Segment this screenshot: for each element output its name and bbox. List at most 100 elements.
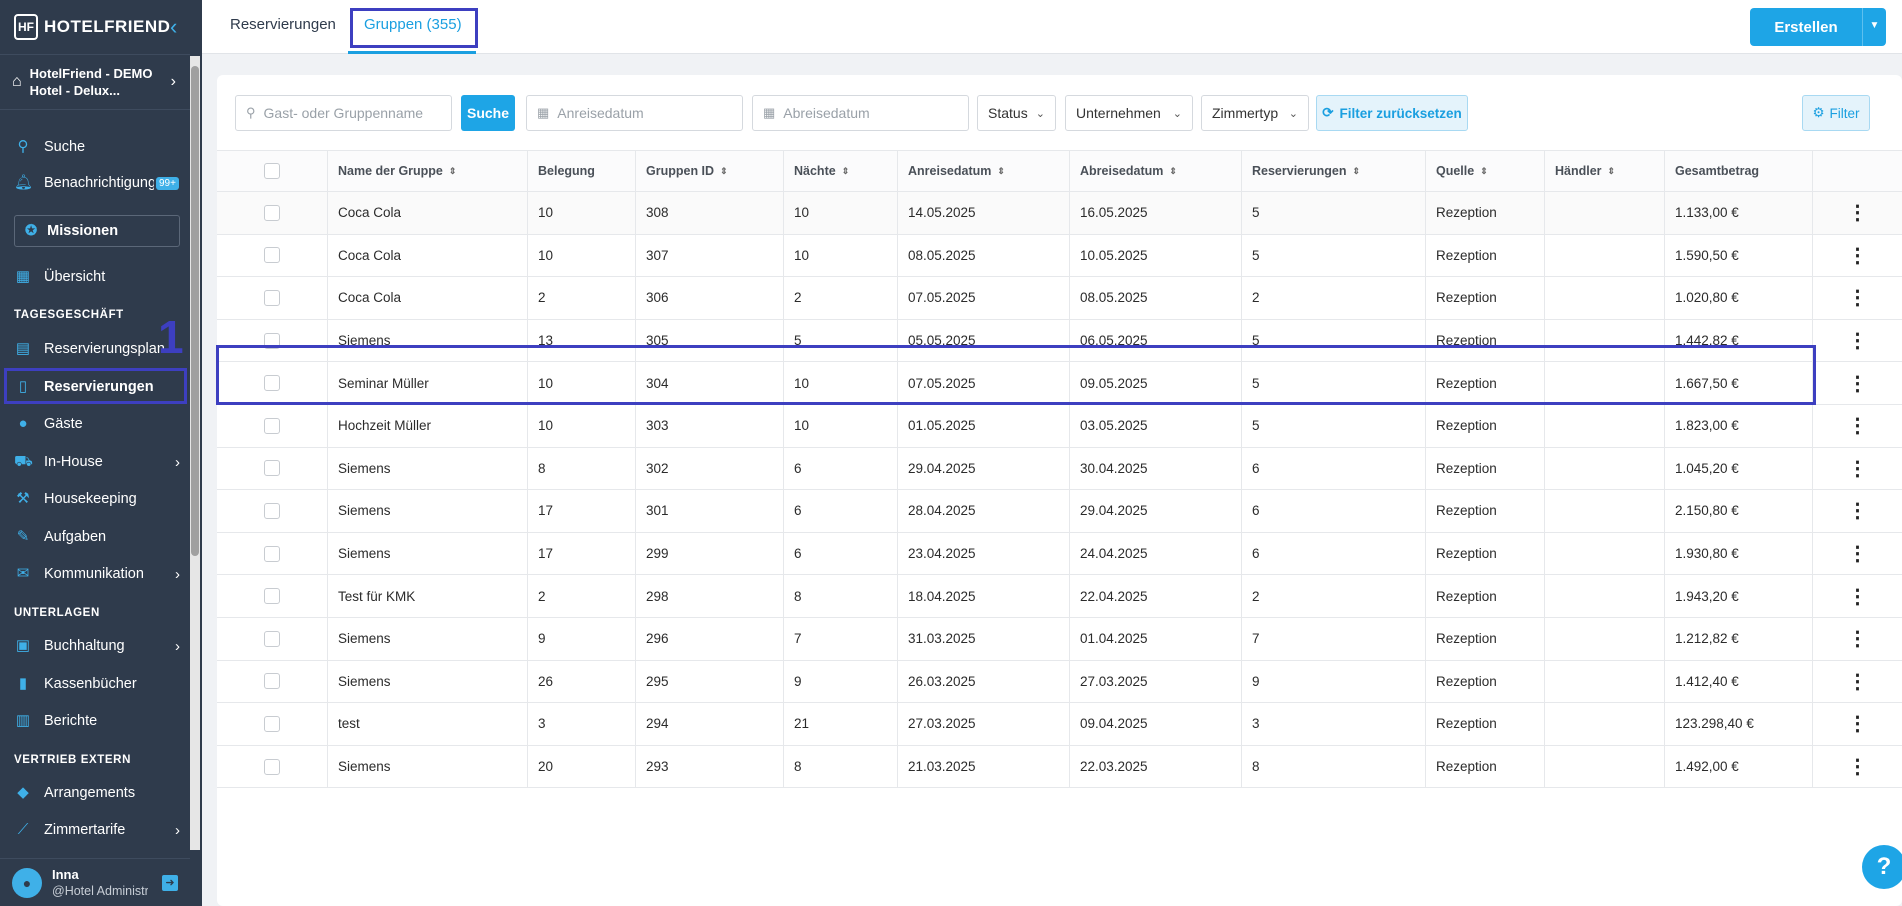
more-actions-icon[interactable]: ⋮ (1812, 745, 1902, 788)
sidebar-item-in-house[interactable]: ⛟ In-House › (0, 447, 190, 477)
sort-icon[interactable]: ⇕ (1480, 166, 1488, 177)
more-actions-icon[interactable]: ⋮ (1812, 405, 1902, 447)
user-profile[interactable]: ● Inna @Hotel Administrator ➜ (0, 858, 190, 906)
reset-filters-button[interactable]: ⟳ Filter zurücksetzen (1316, 95, 1468, 131)
more-actions-icon[interactable]: ⋮ (1812, 532, 1902, 575)
chevron-down-icon[interactable]: ▼ (1862, 8, 1886, 46)
column-header[interactable]: Name der Gruppe ⇕ (327, 151, 527, 191)
column-header[interactable]: Anreisedatum ⇕ (897, 151, 1069, 191)
select-all-checkbox[interactable] (264, 163, 280, 179)
table-row[interactable]: Siemens 17 301 6 28.04.2025 29.04.2025 6 Rezept… (217, 490, 1902, 533)
column-header[interactable]: Händler ⇕ (1544, 151, 1664, 191)
more-actions-icon[interactable]: ⋮ (1812, 277, 1902, 319)
collapse-sidebar-icon[interactable]: ‹ (170, 14, 177, 40)
logout-icon[interactable]: ➜ (162, 875, 178, 891)
sidebar-item-notifications[interactable]: 🔔︎ Benachrichtigungen99+ (0, 168, 190, 198)
table-row[interactable]: Siemens 20 293 8 21.03.2025 22.03.2025 8 Rezept… (217, 745, 1902, 789)
table-row[interactable]: Coca Cola 10 307 10 08.05.2025 10.05.2025 5 Rez… (217, 234, 1902, 278)
column-header[interactable]: Belegung (527, 151, 635, 191)
sidebar-item-tasks[interactable]: ✎ Aufgaben (0, 522, 190, 552)
sort-icon[interactable]: ⇕ (842, 166, 850, 177)
row-checkbox[interactable] (264, 460, 280, 477)
column-header[interactable]: Quelle ⇕ (1425, 151, 1544, 191)
more-actions-icon[interactable]: ⋮ (1812, 192, 1902, 234)
sidebar-item-cashbooks[interactable]: ▮ Kassenbücher (0, 669, 190, 699)
table-cell: 1.823,00 € (1664, 405, 1812, 447)
table-row[interactable]: Siemens 17 299 6 23.04.2025 24.04.2025 6 Rezept… (217, 532, 1902, 576)
table-row[interactable]: Test für KMK 2 298 8 18.04.2025 22.04.2025 2 Re… (217, 575, 1902, 618)
more-actions-icon[interactable]: ⋮ (1812, 490, 1902, 532)
refresh-icon: ⟳ (1322, 105, 1334, 120)
more-actions-icon[interactable]: ⋮ (1812, 447, 1902, 490)
row-checkbox[interactable] (264, 630, 280, 647)
row-checkbox[interactable] (264, 588, 280, 605)
departure-date-input[interactable]: ▦ Abreisedatum (752, 95, 969, 131)
row-checkbox[interactable] (264, 673, 280, 690)
filter-button[interactable]: ⚙ Filter (1802, 95, 1870, 131)
column-header[interactable]: Abreisedatum ⇕ (1069, 151, 1241, 191)
help-button[interactable]: ? (1862, 845, 1902, 889)
medal-icon: ✪ (25, 223, 38, 239)
sort-icon[interactable]: ⇕ (1352, 166, 1360, 177)
scrollbar-thumb[interactable] (191, 66, 199, 556)
row-checkbox[interactable] (264, 289, 280, 306)
row-checkbox[interactable] (264, 204, 280, 221)
table-cell: Siemens (327, 447, 527, 490)
sort-icon[interactable]: ⇕ (720, 166, 728, 177)
sidebar-item-room-rates[interactable]: ⟋ Zimmertarife › (0, 815, 190, 845)
more-actions-icon[interactable]: ⋮ (1812, 575, 1902, 617)
more-actions-icon[interactable]: ⋮ (1812, 703, 1902, 745)
company-select[interactable]: Unternehmen ⌄ (1065, 95, 1193, 131)
table-row[interactable]: Hochzeit Müller 10 303 10 01.05.2025 03.05.20… (217, 405, 1902, 448)
table-cell: 28.04.2025 (897, 490, 1069, 532)
sort-icon[interactable]: ⇕ (1169, 166, 1177, 177)
sort-icon[interactable]: ⇕ (449, 166, 457, 177)
chevron-right-icon: › (175, 821, 180, 839)
table-row[interactable]: test 3 294 21 27.03.2025 09.04.2025 3 Rezeption… (217, 703, 1902, 746)
sidebar-item-overview[interactable]: ▦ Übersicht (0, 262, 190, 292)
more-actions-icon[interactable]: ⋮ (1812, 660, 1902, 703)
status-label: Status (988, 105, 1028, 121)
column-header[interactable]: Gesamtbetrag (1664, 151, 1812, 191)
more-actions-icon[interactable]: ⋮ (1812, 234, 1902, 277)
table-row[interactable]: Coca Cola 2 306 2 07.05.2025 08.05.2025 2 Rezep… (217, 277, 1902, 320)
tab-reservations[interactable]: Reservierungen (230, 16, 336, 33)
column-header[interactable]: Reservierungen ⇕ (1241, 151, 1425, 191)
sidebar-item-arrangements[interactable]: ◆ Arrangements (0, 778, 190, 808)
row-checkbox[interactable] (264, 417, 280, 434)
row-checkbox[interactable] (264, 758, 280, 775)
arrival-placeholder: Anreisedatum (557, 105, 644, 121)
row-checkbox[interactable] (264, 502, 280, 519)
table-row[interactable]: Siemens 26 295 9 26.03.2025 27.03.2025 9 Rezept… (217, 660, 1902, 704)
row-checkbox[interactable] (264, 545, 280, 562)
column-header[interactable]: Gruppen ID ⇕ (635, 151, 783, 191)
table-cell (1544, 703, 1664, 745)
sidebar-item-housekeeping[interactable]: ⚒ Housekeeping (0, 484, 190, 514)
hotel-selector[interactable]: ⌂ HotelFriend - DEMO Hotel - Delux... › (0, 54, 190, 110)
more-actions-icon[interactable]: ⋮ (1812, 618, 1902, 660)
sort-icon[interactable]: ⇕ (1608, 166, 1616, 177)
missions-button[interactable]: ✪ Missionen (14, 215, 180, 247)
search-input[interactable]: ⚲ Gast- oder Gruppenname (235, 95, 452, 131)
sidebar-scrollbar[interactable] (190, 56, 200, 850)
sidebar-item-search[interactable]: ⚲ Suche (0, 132, 190, 162)
create-button[interactable]: Erstellen ▼ (1750, 8, 1886, 46)
arrival-date-input[interactable]: ▦ Anreisedatum (526, 95, 743, 131)
sidebar-item-accounting[interactable]: ▣ Buchhaltung › (0, 631, 190, 661)
room-type-select[interactable]: Zimmertyp ⌄ (1201, 95, 1309, 131)
table-row[interactable]: Siemens 9 296 7 31.03.2025 01.04.2025 7 Rezepti… (217, 618, 1902, 661)
column-header[interactable]: Nächte ⇕ (783, 151, 897, 191)
sidebar-item-guests[interactable]: ● Gäste (0, 409, 190, 439)
more-actions-icon[interactable]: ⋮ (1812, 362, 1902, 404)
row-checkbox[interactable] (264, 247, 280, 264)
sort-icon[interactable]: ⇕ (997, 166, 1005, 177)
more-actions-icon[interactable]: ⋮ (1812, 319, 1902, 362)
table-row[interactable]: Coca Cola 10 308 10 14.05.2025 16.05.2025 5 Rez… (217, 192, 1902, 235)
search-button[interactable]: Suche (461, 95, 515, 131)
table-cell: 22.04.2025 (1069, 575, 1241, 617)
sidebar-item-reports[interactable]: ▥ Berichte (0, 706, 190, 736)
sidebar-item-communication[interactable]: ✉ Kommunikation › (0, 559, 190, 589)
status-select[interactable]: Status ⌄ (977, 95, 1056, 131)
row-checkbox[interactable] (264, 715, 280, 732)
table-row[interactable]: Siemens 8 302 6 29.04.2025 30.04.2025 6 Rezepti… (217, 447, 1902, 491)
